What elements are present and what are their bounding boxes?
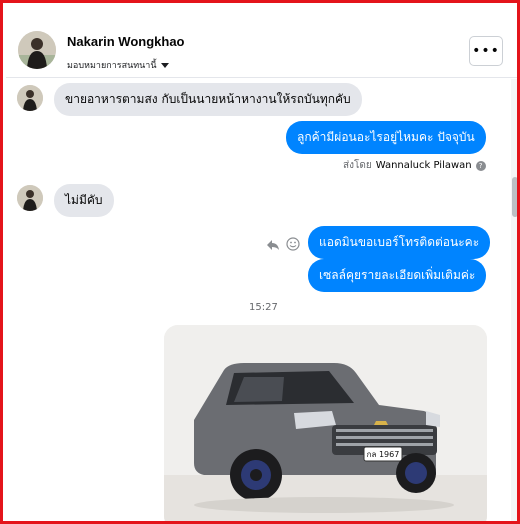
- license-plate: กล 1967: [367, 450, 400, 459]
- assign-label: มอบหมายการสนทนานี้: [67, 61, 157, 71]
- conversation-frame: Nakarin Wongkhao มอบหมายการสนทนานี้ ••• …: [0, 0, 520, 524]
- reply-icon[interactable]: [266, 236, 280, 255]
- more-icon: •••: [472, 43, 500, 59]
- message-bubble-outgoing[interactable]: แอดมินขอเบอร์โทรติดต่อนะคะ: [308, 226, 491, 259]
- message-bubble-outgoing[interactable]: ลูกค้ามีผ่อนอะไรอยู่ไหมคะ ปัจจุบัน: [286, 121, 486, 154]
- message-timestamp: 15:27: [249, 302, 278, 313]
- emoji-icon[interactable]: [286, 236, 300, 255]
- chevron-down-icon: [160, 62, 169, 68]
- more-options-button[interactable]: •••: [469, 36, 503, 66]
- sent-by-agent: Wannaluck Pilawan: [375, 160, 472, 171]
- sent-by-prefix: ส่งโดย: [343, 160, 372, 171]
- assign-conversation-dropdown[interactable]: มอบหมายการสนทนานี้: [67, 58, 169, 72]
- avatar[interactable]: [17, 85, 43, 111]
- car-photo: กล 1967: [164, 325, 487, 521]
- scrollbar[interactable]: [511, 79, 517, 521]
- message-bubble-outgoing[interactable]: เซลล์คุยรายละเอียดเพิ่มเติมค่ะ: [308, 259, 487, 292]
- avatar[interactable]: [17, 185, 43, 211]
- photo-attachment[interactable]: กล 1967: [164, 325, 487, 521]
- scroll-thumb[interactable]: [512, 177, 517, 217]
- message-bubble-incoming[interactable]: ไม่มีคับ: [54, 184, 114, 217]
- avatar[interactable]: [18, 31, 56, 69]
- contact-name[interactable]: Nakarin Wongkhao: [67, 34, 185, 49]
- conversation-header: Nakarin Wongkhao มอบหมายการสนทนานี้ •••: [6, 6, 517, 78]
- message-bubble-incoming[interactable]: ขายอาหารตามสง กับเป็นนายหน้าหางานให้รถบั…: [54, 83, 362, 116]
- sent-by-note: ส่งโดย Wannaluck Pilawan ?: [343, 158, 486, 173]
- help-icon[interactable]: ?: [475, 160, 486, 171]
- message-actions: [266, 236, 300, 255]
